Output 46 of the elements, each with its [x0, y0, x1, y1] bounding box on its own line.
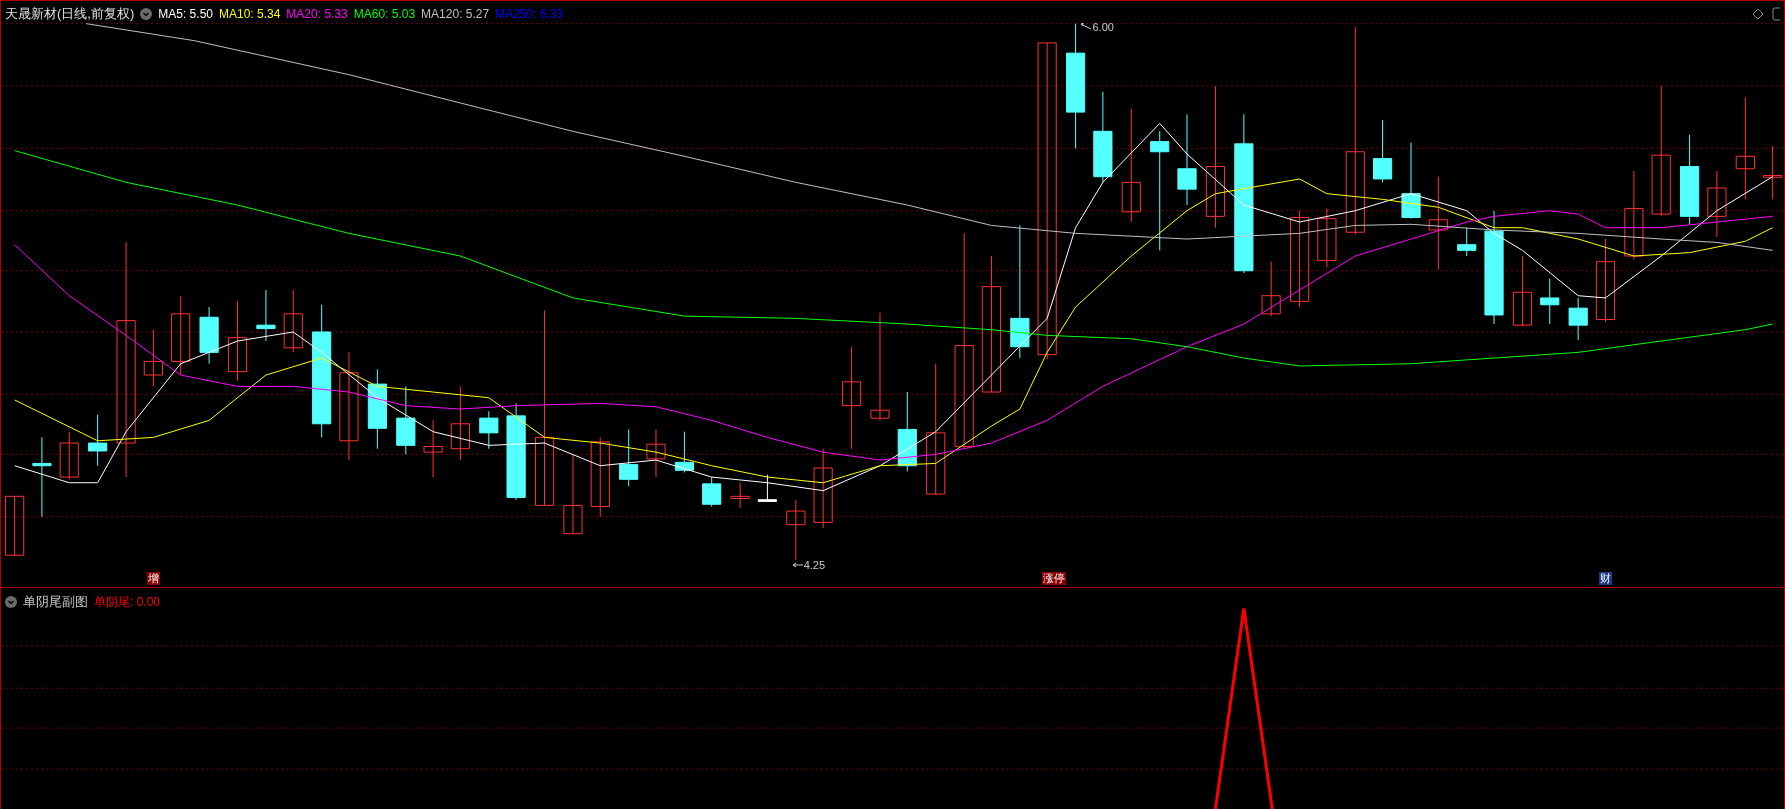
price-label: 6.00 [1092, 19, 1114, 35]
candlestick [423, 419, 443, 478]
candlestick [1707, 170, 1727, 238]
candlestick [1512, 255, 1533, 327]
price-label: 4.25 [803, 557, 826, 573]
window-icon[interactable] [1772, 7, 1780, 21]
candlestick [479, 410, 499, 450]
candlestick [757, 474, 777, 502]
moving-average-value: MA10: 5.34 [219, 5, 281, 23]
candlestick [702, 476, 722, 507]
candlestick [619, 428, 639, 487]
candlestick [283, 289, 303, 353]
candlestick [256, 289, 276, 342]
arrow-icon [1081, 22, 1092, 31]
candlestick [5, 495, 25, 556]
indicator-value: 单阴尾: 0.00 [94, 593, 161, 611]
stock-title: 天晟新材(日线,前复权) [5, 5, 135, 23]
candlestick [88, 414, 108, 467]
candlestick [1261, 261, 1281, 317]
candlestick [59, 431, 79, 480]
moving-average-value: MA120: 5.27 [421, 5, 490, 23]
diamond-icon[interactable] [1752, 8, 1764, 20]
event-marker[interactable]: 财 [1598, 572, 1612, 585]
moving-average-value: MA250: 6.33 [495, 5, 564, 23]
event-marker[interactable]: 增 [147, 572, 161, 585]
moving-average-value: MA60: 5.03 [353, 5, 416, 23]
chevron-down-icon[interactable] [140, 7, 153, 20]
candlestick [1457, 227, 1477, 257]
event-marker[interactable]: 涨停 [1042, 572, 1067, 585]
candlestick [396, 385, 416, 455]
candlestick [730, 482, 750, 509]
moving-average-value: MA5: 5.50 [158, 5, 213, 23]
candlestick [143, 329, 163, 387]
arrow-icon [792, 560, 803, 569]
candlestick [1317, 207, 1337, 268]
candlestick [1373, 119, 1393, 183]
candlestick [199, 306, 219, 365]
moving-average-value: MA20: 5.33 [286, 5, 348, 23]
candlestick [1540, 278, 1560, 325]
candlestick [786, 499, 806, 561]
candlestick [1763, 145, 1783, 200]
indicator-title: 单阴尾副图 [23, 593, 88, 611]
candlestick [674, 431, 694, 473]
candlestick [646, 428, 666, 478]
chevron-down-icon[interactable] [5, 595, 17, 608]
candlestick [1568, 297, 1588, 341]
